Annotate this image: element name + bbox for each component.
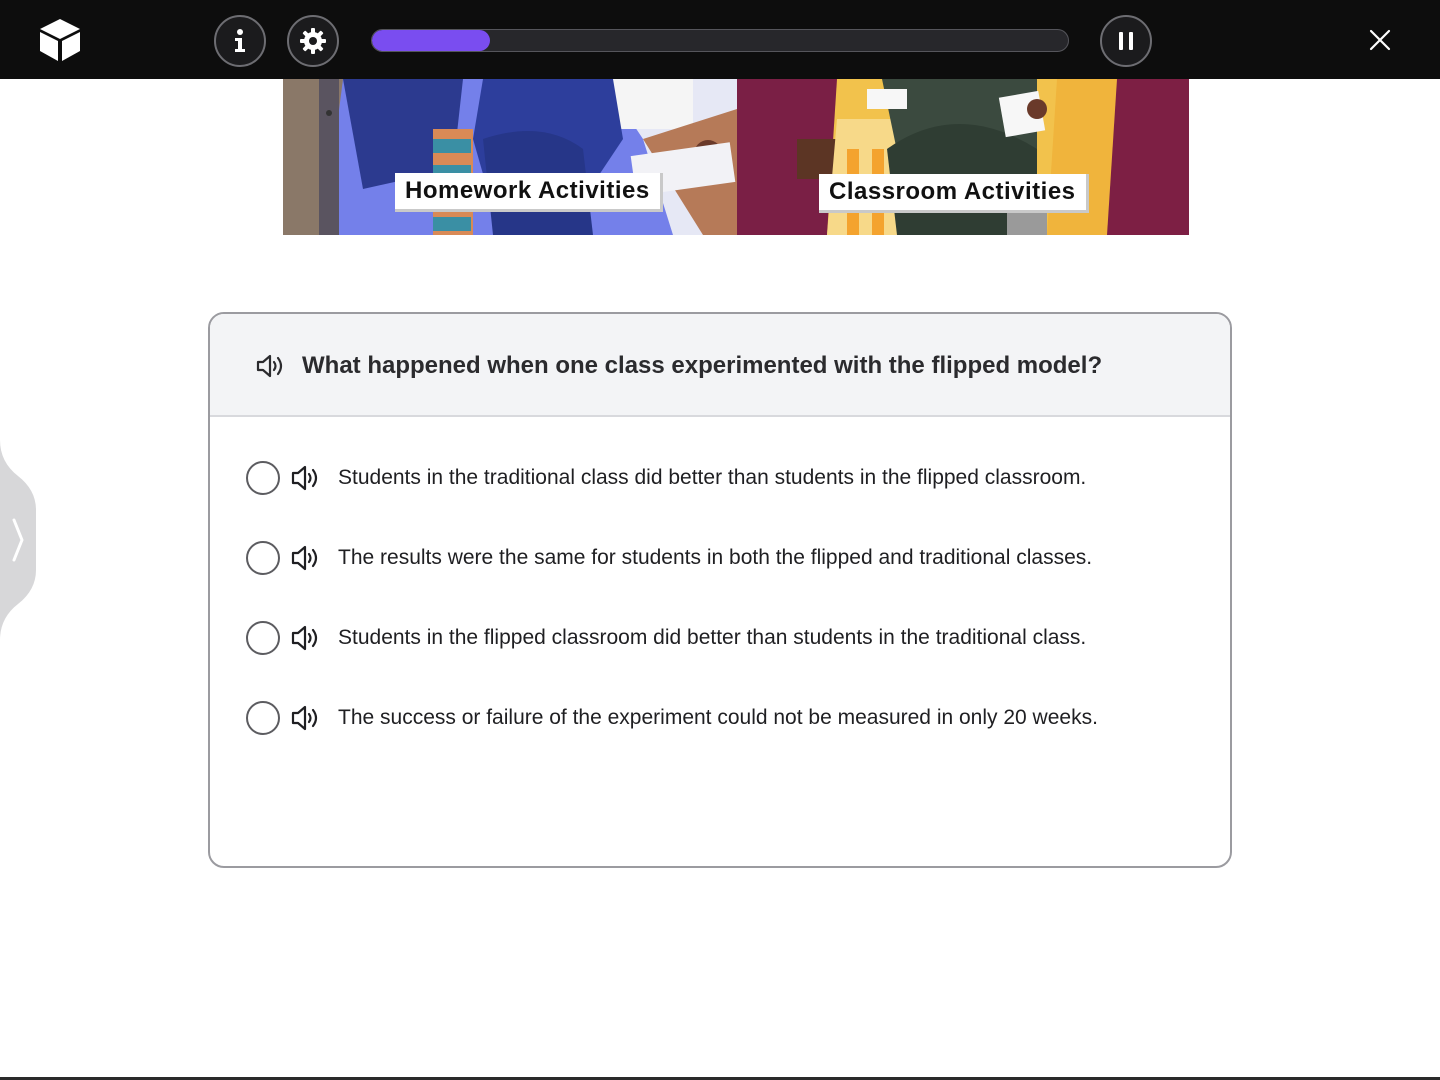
answer-radio[interactable] (246, 621, 280, 655)
gear-icon (300, 28, 326, 54)
question-card: What happened when one class experimente… (208, 312, 1232, 868)
answer-radio[interactable] (246, 701, 280, 735)
info-button[interactable] (214, 15, 266, 67)
cube-logo-icon[interactable] (38, 17, 82, 63)
speaker-icon[interactable] (254, 350, 286, 382)
close-icon (1369, 29, 1391, 51)
answer-option-4[interactable]: The success or failure of the experiment… (246, 698, 1186, 738)
settings-button[interactable] (287, 15, 339, 67)
lesson-progress-bar (371, 29, 1069, 52)
answer-radio[interactable] (246, 541, 280, 575)
answer-option-1[interactable]: Students in the traditional class did be… (246, 458, 1186, 498)
question-header: What happened when one class experimente… (210, 314, 1230, 417)
speaker-icon[interactable] (290, 703, 322, 733)
top-bar (0, 0, 1440, 79)
answer-text: The results were the same for students i… (338, 546, 1093, 569)
question-text: What happened when one class experimente… (302, 352, 1103, 379)
answer-text: The success or failure of the experiment… (338, 706, 1098, 729)
answer-option-3[interactable]: Students in the flipped classroom did be… (246, 618, 1186, 658)
pause-icon (1119, 32, 1133, 50)
speaker-icon[interactable] (290, 463, 322, 493)
pause-button[interactable] (1100, 15, 1152, 67)
close-button[interactable] (1362, 22, 1398, 58)
homework-activities-label: Homework Activities (395, 173, 663, 212)
quiz-page: Homework Activities Classroom Activities… (0, 0, 1440, 1080)
answer-text: Students in the flipped classroom did be… (338, 626, 1087, 649)
speaker-icon[interactable] (290, 623, 322, 653)
progress-fill (372, 30, 491, 51)
answer-radio[interactable] (246, 461, 280, 495)
speaker-icon[interactable] (290, 543, 322, 573)
info-icon (235, 29, 245, 52)
answer-option-2[interactable]: The results were the same for students i… (246, 538, 1186, 578)
answer-text: Students in the traditional class did be… (338, 466, 1087, 489)
lesson-illustration: Homework Activities Classroom Activities (283, 79, 1189, 235)
side-panel-toggle[interactable] (0, 440, 40, 640)
classroom-activities-label: Classroom Activities (819, 174, 1089, 213)
